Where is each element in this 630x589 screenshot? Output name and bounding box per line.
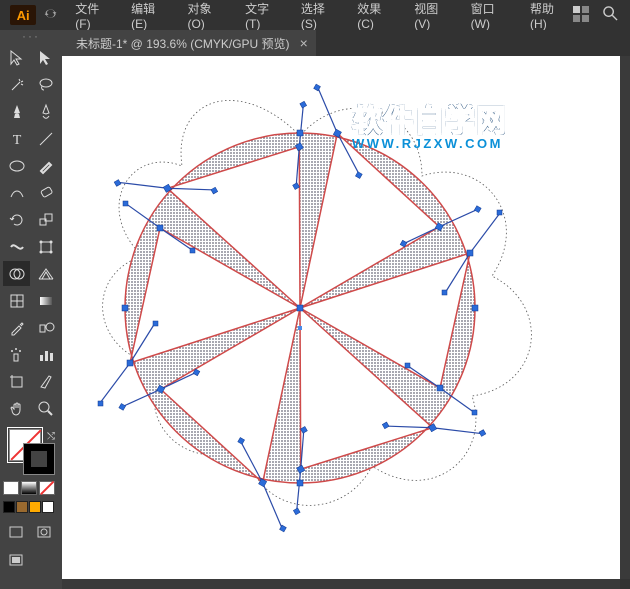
tool-shape-builder[interactable] bbox=[3, 261, 30, 286]
draw-normal-icon[interactable] bbox=[3, 523, 29, 541]
toolbar: T bbox=[0, 30, 62, 589]
tool-width[interactable] bbox=[3, 234, 30, 259]
scrollbar-horizontal[interactable] bbox=[62, 579, 620, 589]
scrollbar-corner bbox=[620, 579, 630, 589]
svg-text:T: T bbox=[12, 133, 21, 148]
toolbar-grip[interactable] bbox=[3, 34, 59, 42]
document-tab[interactable]: 未标题-1* @ 193.6% (CMYK/GPU 预览) × bbox=[62, 30, 316, 56]
draw-none-icon[interactable] bbox=[39, 481, 55, 495]
palette-black[interactable] bbox=[3, 501, 15, 513]
tool-brush[interactable] bbox=[32, 153, 59, 178]
tool-scale[interactable] bbox=[32, 207, 59, 232]
color-palette bbox=[3, 501, 59, 513]
tool-column-graph[interactable] bbox=[32, 342, 59, 367]
tool-gradient[interactable] bbox=[32, 288, 59, 313]
tool-zoom[interactable] bbox=[32, 396, 59, 421]
tool-artboard[interactable] bbox=[3, 369, 30, 394]
close-icon[interactable]: × bbox=[300, 35, 308, 51]
tool-lasso[interactable] bbox=[32, 72, 59, 97]
tool-eyedropper[interactable] bbox=[3, 315, 30, 340]
scrollbar-vertical[interactable] bbox=[620, 56, 630, 579]
document-tab-title: 未标题-1* @ 193.6% (CMYK/GPU 预览) bbox=[76, 35, 290, 52]
tool-perspective-grid[interactable] bbox=[32, 261, 59, 286]
tool-pen[interactable] bbox=[3, 99, 30, 124]
tool-eraser[interactable] bbox=[32, 180, 59, 205]
document-tabs: 未标题-1* @ 193.6% (CMYK/GPU 预览) × bbox=[62, 30, 630, 56]
tool-line[interactable] bbox=[32, 126, 59, 151]
fill-stroke-swatches[interactable]: ⤭ bbox=[3, 429, 59, 477]
app-frame: 文件(F) 编辑(E) 对象(O) 文字(T) 选择(S) 效果(C) 视图(V… bbox=[0, 0, 630, 589]
canvas[interactable]: 软件自学网 WWW.RJZXW.COM bbox=[62, 56, 620, 579]
screen-mode-icon[interactable] bbox=[3, 551, 29, 569]
tool-rotate[interactable] bbox=[3, 207, 30, 232]
app-logo bbox=[10, 5, 36, 25]
palette-orange[interactable] bbox=[29, 501, 41, 513]
tool-blend[interactable] bbox=[32, 315, 59, 340]
document-area: 未标题-1* @ 193.6% (CMYK/GPU 预览) × bbox=[62, 30, 630, 589]
tool-selection[interactable] bbox=[3, 45, 30, 70]
draw-gradient-icon[interactable] bbox=[21, 481, 37, 495]
stroke-swatch[interactable] bbox=[23, 443, 55, 475]
workspace-switcher-icon[interactable] bbox=[573, 6, 589, 25]
tool-magic-wand[interactable] bbox=[3, 72, 30, 97]
menu-bar: 文件(F) 编辑(E) 对象(O) 文字(T) 选择(S) 效果(C) 视图(V… bbox=[0, 0, 630, 30]
tool-mesh[interactable] bbox=[3, 288, 30, 313]
draw-solid-icon[interactable] bbox=[3, 481, 19, 495]
swap-fill-stroke-icon[interactable]: ⤭ bbox=[47, 431, 55, 442]
tool-type[interactable]: T bbox=[3, 126, 30, 151]
cloud-sync-icon[interactable] bbox=[44, 7, 59, 23]
artwork bbox=[62, 56, 620, 579]
tool-slice[interactable] bbox=[32, 369, 59, 394]
tool-curvature[interactable] bbox=[32, 99, 59, 124]
tool-ellipse[interactable] bbox=[3, 153, 30, 178]
draw-behind-icon[interactable] bbox=[31, 523, 57, 541]
palette-brown[interactable] bbox=[16, 501, 28, 513]
tool-shaper[interactable] bbox=[3, 180, 30, 205]
palette-white[interactable] bbox=[42, 501, 54, 513]
tool-free-transform[interactable] bbox=[32, 234, 59, 259]
tool-direct-selection[interactable] bbox=[32, 45, 59, 70]
tool-symbol-sprayer[interactable] bbox=[3, 342, 30, 367]
search-icon[interactable] bbox=[603, 6, 618, 24]
tool-hand[interactable] bbox=[3, 396, 30, 421]
